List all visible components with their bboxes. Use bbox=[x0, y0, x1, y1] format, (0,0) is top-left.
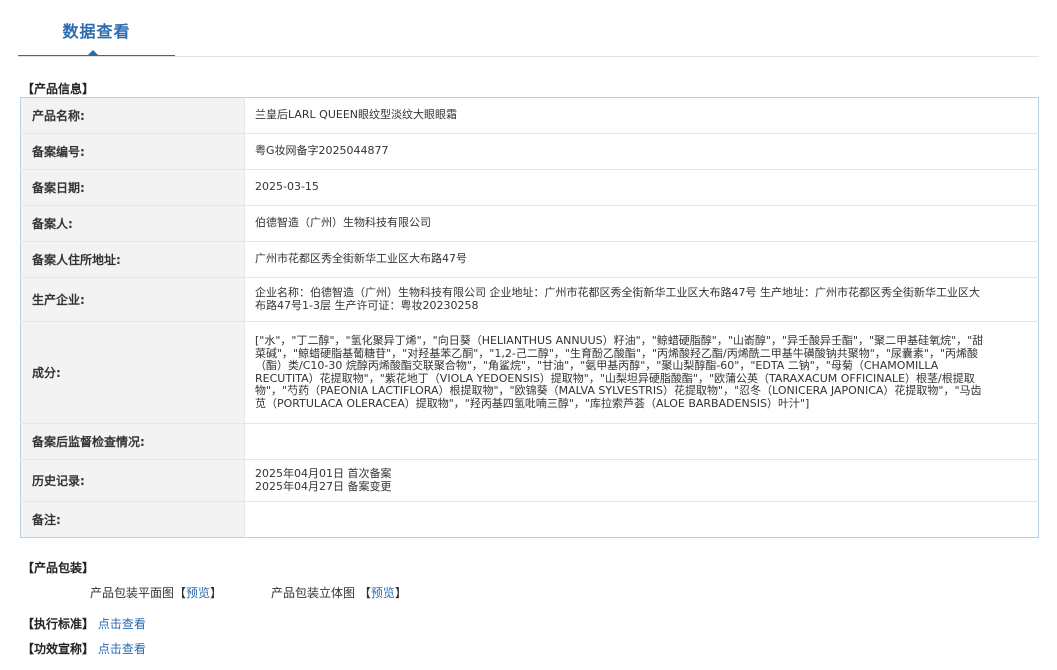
table-row: 备案后监督检查情况: bbox=[20, 423, 1039, 460]
product-info-heading: 【产品信息】 bbox=[22, 82, 95, 96]
table-row: 历史记录: 2025年04月01日 首次备案 2025年04月27日 备案变更 bbox=[20, 459, 1039, 502]
table-row: 备案人: 伯德智造（广州）生物科技有限公司 bbox=[20, 205, 1039, 242]
remarks-value bbox=[245, 502, 1039, 538]
table-row: 备案人住所地址: 广州市花都区秀全街新华工业区大布路47号 bbox=[20, 241, 1039, 278]
efficacy-label: 【功效宣称】 bbox=[22, 642, 95, 656]
table-row: 备案编号: 粤G妆网备字2025044877 bbox=[20, 133, 1039, 170]
flat-packaging-preview-link[interactable]: 预览 bbox=[186, 586, 210, 600]
history-entry: 2025年04月27日 备案变更 bbox=[255, 479, 392, 493]
solid-packaging-item: 产品包装立体图 【预览】 bbox=[271, 584, 407, 601]
field-label: 成分: bbox=[20, 321, 245, 424]
field-label: 备案编号: bbox=[20, 133, 245, 170]
manufacturer-value: 企业名称：伯德智造（广州）生物科技有限公司 企业地址：广州市花都区秀全街新华工业… bbox=[244, 277, 1039, 322]
field-label: 历史记录: bbox=[20, 459, 245, 502]
tab-divider bbox=[18, 56, 1039, 57]
filer-address-value: 广州市花都区秀全街新华工业区大布路47号 bbox=[244, 241, 1039, 278]
field-label: 产品名称: bbox=[20, 97, 245, 134]
filing-number-value: 粤G妆网备字2025044877 bbox=[244, 133, 1039, 170]
efficacy-view-link[interactable]: 点击查看 bbox=[98, 642, 146, 656]
filer-value: 伯德智造（广州）生物科技有限公司 bbox=[244, 205, 1039, 242]
standard-label: 【执行标准】 bbox=[22, 617, 95, 631]
table-row: 生产企业: 企业名称：伯德智造（广州）生物科技有限公司 企业地址：广州市花都区秀… bbox=[20, 277, 1039, 322]
history-value: 2025年04月01日 首次备案 2025年04月27日 备案变更 bbox=[244, 459, 1039, 502]
solid-packaging-preview-link[interactable]: 预览 bbox=[371, 586, 395, 600]
filing-date-value: 2025-03-15 bbox=[244, 169, 1039, 206]
bracket-close: 】 bbox=[210, 586, 223, 600]
field-label: 备注: bbox=[20, 501, 245, 538]
tab-bar: 数据查看 bbox=[0, 0, 1057, 58]
field-label: 备案人: bbox=[20, 205, 245, 242]
supervision-value bbox=[244, 423, 1039, 460]
tab-data-view-label: 数据查看 bbox=[62, 22, 131, 41]
table-row: 备案日期: 2025-03-15 bbox=[20, 169, 1039, 206]
bracket-open: 【 bbox=[358, 586, 371, 600]
field-label: 备案后监督检查情况: bbox=[20, 423, 245, 460]
field-label: 备案人住所地址: bbox=[20, 241, 245, 278]
product-info-table: 产品名称: 兰皇后LARL QUEEN眼纹型淡纹大眼眼霜 备案编号: 粤G妆网备… bbox=[20, 97, 1039, 538]
standard-row: 【执行标准】 点击查看 bbox=[22, 615, 146, 632]
solid-packaging-label: 产品包装立体图 bbox=[271, 586, 356, 600]
efficacy-row: 【功效宣称】 点击查看 bbox=[22, 640, 146, 657]
field-label: 生产企业: bbox=[20, 277, 245, 322]
bracket-close: 】 bbox=[394, 586, 407, 600]
table-row: 产品名称: 兰皇后LARL QUEEN眼纹型淡纹大眼眼霜 bbox=[20, 97, 1039, 134]
table-row: 备注: bbox=[20, 501, 1039, 538]
table-row: 成分: ["水"，"丁二醇"，"氢化聚异丁烯"，"向日葵（HELIANTHUS … bbox=[20, 321, 1039, 424]
flat-packaging-label: 产品包装平面图 bbox=[90, 586, 175, 600]
packaging-heading: 【产品包装】 bbox=[22, 561, 95, 575]
history-entry: 2025年04月01日 首次备案 bbox=[255, 467, 392, 480]
ingredients-value: ["水"，"丁二醇"，"氢化聚异丁烯"，"向日葵（HELIANTHUS ANNU… bbox=[244, 321, 1039, 424]
flat-packaging-item: 产品包装平面图【预览】 bbox=[90, 584, 222, 601]
standard-view-link[interactable]: 点击查看 bbox=[98, 617, 146, 631]
tab-data-view[interactable]: 数据查看 bbox=[18, 0, 175, 58]
product-name-value: 兰皇后LARL QUEEN眼纹型淡纹大眼眼霜 bbox=[244, 97, 1039, 134]
field-label: 备案日期: bbox=[20, 169, 245, 206]
bracket-open: 【 bbox=[174, 586, 187, 600]
